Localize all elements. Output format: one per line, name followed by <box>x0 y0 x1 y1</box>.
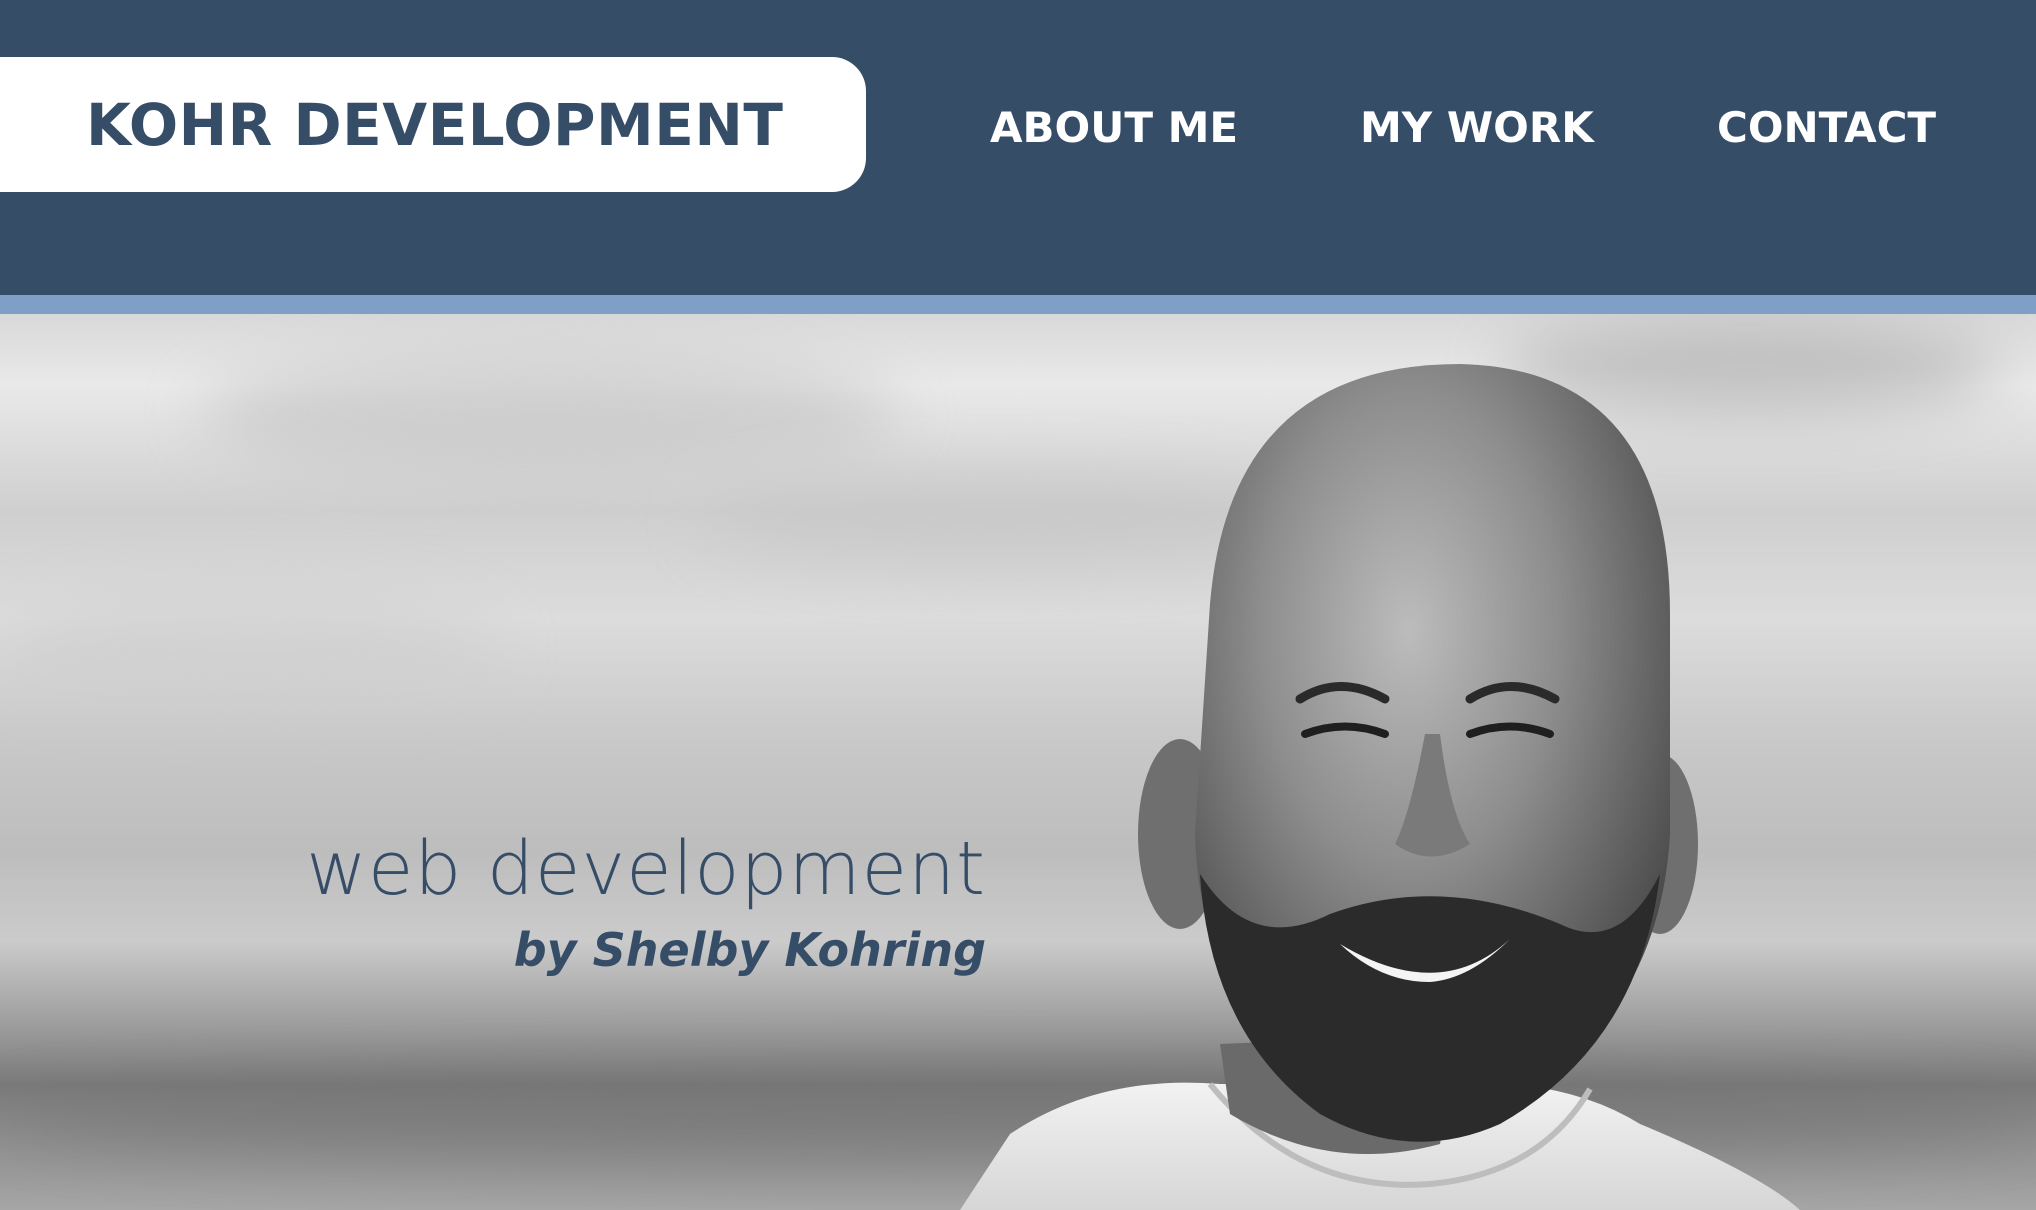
nav-contact[interactable]: CONTACT <box>1717 98 1936 158</box>
hero-section: web development by Shelby Kohring <box>0 314 2036 1210</box>
nav-about-me[interactable]: ABOUT ME <box>990 98 1238 158</box>
site-header: KOHR DEVELOPMENT ABOUT ME MY WORK CONTAC… <box>0 0 2036 295</box>
portrait-photo <box>960 364 1800 1210</box>
hero-headline: web development <box>306 826 986 912</box>
nav-my-work[interactable]: MY WORK <box>1360 98 1594 158</box>
hero-byline: by Shelby Kohring <box>513 923 986 977</box>
page: KOHR DEVELOPMENT ABOUT ME MY WORK CONTAC… <box>0 0 2036 1210</box>
hero-tagline: web development by Shelby Kohring <box>306 824 986 980</box>
header-accent-stripe <box>0 295 2036 314</box>
logo-text: KOHR DEVELOPMENT <box>86 90 784 159</box>
logo-link[interactable]: KOHR DEVELOPMENT <box>0 57 866 192</box>
